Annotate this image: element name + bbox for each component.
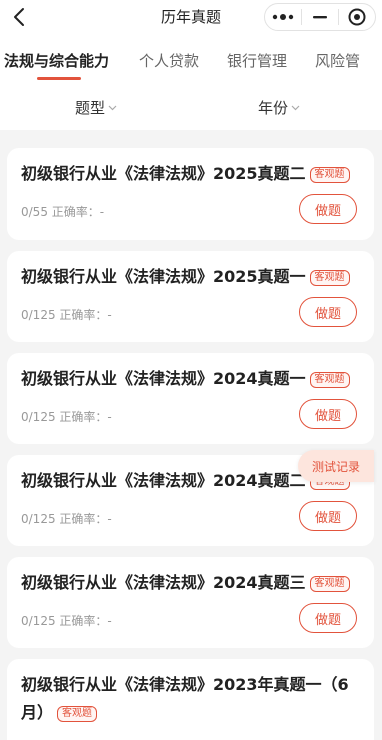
- exam-card[interactable]: 初级银行从业《法律法规》2024真题三 客观题 0/125 正确率：- 做题: [7, 557, 374, 648]
- tab-law-comprehensive[interactable]: 法规与综合能力: [4, 50, 109, 71]
- minimize-button[interactable]: [302, 4, 338, 30]
- mini-program-capsule: [264, 3, 376, 31]
- do-exam-button[interactable]: 做题: [299, 603, 357, 633]
- exam-card[interactable]: 初级银行从业《法律法规》2025真题一 客观题 0/125 正确率：- 做题: [7, 251, 374, 342]
- test-record-button[interactable]: 测试记录: [298, 450, 374, 482]
- top-nav-bar: 历年真题: [0, 0, 382, 36]
- exam-title: 初级银行从业《法律法规》2024真题一 客观题: [21, 365, 351, 393]
- exam-card[interactable]: 初级银行从业《法律法规》2025真题二 客观题 0/55 正确率：- 做题: [7, 148, 374, 240]
- type-filter[interactable]: 题型: [75, 97, 117, 118]
- objective-badge: 客观题: [309, 270, 350, 286]
- do-exam-button[interactable]: 做题: [299, 194, 357, 224]
- do-exam-button[interactable]: 做题: [299, 501, 357, 531]
- target-circle-icon: [348, 8, 366, 26]
- chevron-down-icon: [291, 105, 300, 110]
- exam-progress: 0/125 正确率：-: [21, 308, 112, 322]
- tab-bank-management[interactable]: 银行管理: [227, 50, 287, 71]
- objective-badge: 客观题: [309, 372, 350, 388]
- exam-title: 初级银行从业《法律法规》2023年真题一（6月） 客观题: [21, 671, 351, 727]
- objective-badge: 客观题: [309, 167, 350, 183]
- exam-card[interactable]: 初级银行从业《法律法规》2024真题一 客观题 0/125 正确率：- 做题: [7, 353, 374, 444]
- exam-title-text: 初级银行从业《法律法规》2025真题二: [21, 164, 306, 183]
- tab-personal-loan[interactable]: 个人贷款: [139, 50, 199, 71]
- do-exam-button[interactable]: 做题: [299, 297, 357, 327]
- exam-title-text: 初级银行从业《法律法规》2024真题一: [21, 369, 306, 388]
- filter-bar: 题型 年份: [0, 84, 382, 130]
- chevron-down-icon: [108, 105, 117, 110]
- exam-title: 初级银行从业《法律法规》2024真题三 客观题: [21, 569, 351, 597]
- close-mini-program-button[interactable]: [339, 4, 375, 30]
- year-filter[interactable]: 年份: [258, 97, 300, 118]
- exam-progress: 0/125 正确率：-: [21, 614, 112, 628]
- exam-progress: 0/55 正确率：-: [21, 205, 105, 219]
- do-exam-button[interactable]: 做题: [299, 399, 357, 429]
- minus-icon: [313, 16, 327, 19]
- objective-badge: 客观题: [57, 706, 98, 722]
- active-tab-indicator: [37, 77, 81, 80]
- category-tabs: 法规与综合能力 个人贷款 银行管理 风险管: [0, 36, 382, 84]
- exam-progress: 0/125 正确率：-: [21, 512, 112, 526]
- more-dots-icon: [272, 14, 294, 20]
- type-filter-label: 题型: [75, 99, 106, 117]
- year-filter-label: 年份: [258, 99, 289, 117]
- tab-risk-management[interactable]: 风险管: [315, 50, 360, 71]
- objective-badge: 客观题: [309, 576, 350, 592]
- exam-title: 初级银行从业《法律法规》2025真题一 客观题: [21, 263, 351, 291]
- exam-progress: 0/125 正确率：-: [21, 410, 112, 424]
- exam-title-text: 初级银行从业《法律法规》2024真题二: [21, 471, 306, 490]
- more-button[interactable]: [265, 4, 301, 30]
- exam-title-text: 初级银行从业《法律法规》2025真题一: [21, 267, 306, 286]
- exam-title: 初级银行从业《法律法规》2025真题二 客观题: [21, 160, 351, 188]
- exam-card[interactable]: 初级银行从业《法律法规》2023年真题一（6月） 客观题: [7, 659, 374, 740]
- exam-title-text: 初级银行从业《法律法规》2024真题三: [21, 573, 306, 592]
